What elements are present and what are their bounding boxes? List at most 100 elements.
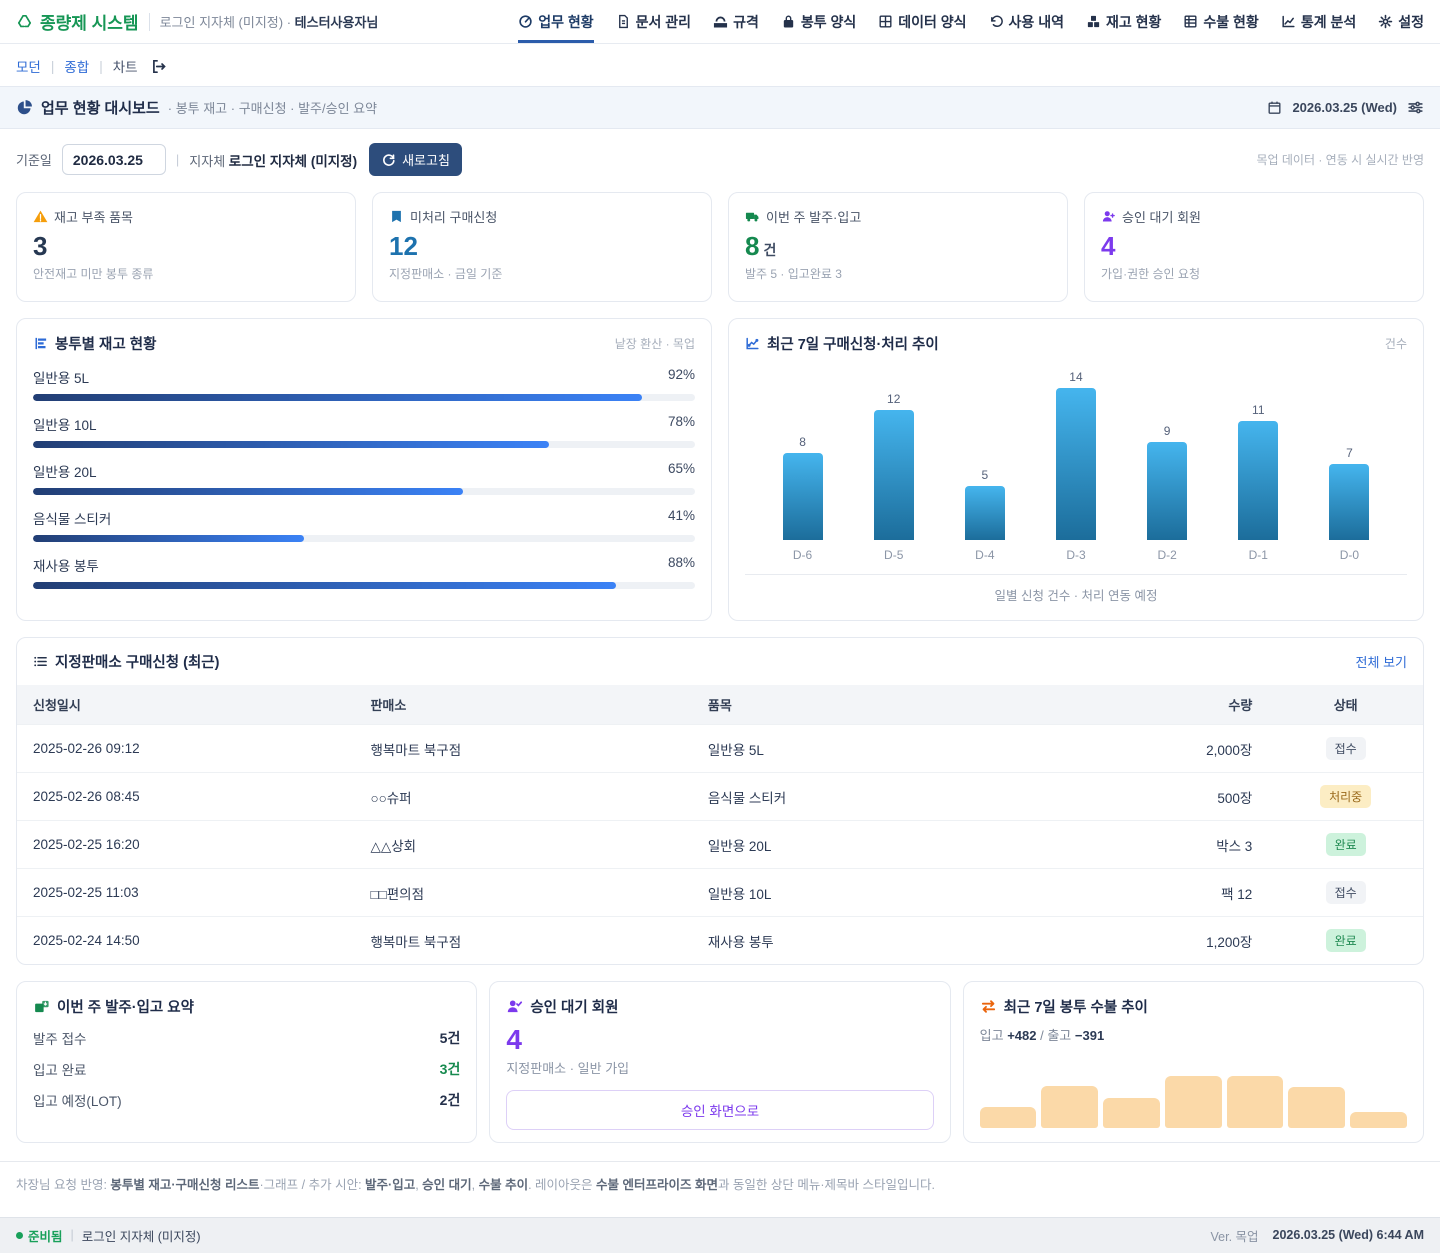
version-label: Ver. 목업 xyxy=(1211,1226,1259,1245)
table-row[interactable]: 2025-02-24 14:50행복마트 북구점재사용 봉투 1,200장 완료 xyxy=(17,917,1423,965)
stat-card-low-stock[interactable]: 재고 부족 품목 3 안전재고 미만 봉투 종류 xyxy=(16,192,356,302)
mini-bar xyxy=(1288,1087,1345,1128)
chart-bar xyxy=(783,453,823,540)
table-row[interactable]: 2025-02-26 08:45○○슈퍼음식물 스티커 500장 처리중 xyxy=(17,773,1423,821)
col-header-qty: 수량 xyxy=(1071,685,1268,725)
nav-item-usage-history[interactable]: 사용 내역 xyxy=(989,1,1064,43)
stat-cards: 재고 부족 품목 3 안전재고 미만 봉투 종류 미처리 구매신청 12 지정판… xyxy=(16,192,1424,302)
truck-icon xyxy=(745,209,760,224)
table-row[interactable]: 2025-02-25 16:20△△상회일반용 20L 박스 3 완료 xyxy=(17,821,1423,869)
refresh-icon xyxy=(381,152,396,167)
calendar-icon xyxy=(1267,100,1282,115)
order-summary-title: 이번 주 발주·입고 요약 xyxy=(57,996,194,1017)
transfer-panel: 최근 7일 봉투 수불 추이 입고 +482 / 출고 −391 xyxy=(963,981,1424,1143)
titlebar-date: 2026.03.25 (Wed) xyxy=(1292,100,1397,115)
col-header-item: 품목 xyxy=(692,685,1072,725)
stat-card-orders-week[interactable]: 이번 주 발주·입고 8건 발주 5 · 입고완료 3 xyxy=(728,192,1068,302)
transfer-panel-title: 최근 7일 봉투 수불 추이 xyxy=(1004,996,1148,1017)
col-header-status: 상태 xyxy=(1268,685,1423,725)
top-header: 종량제 시스템 로그인 지자체 (미지정) · 테스터사용자님 업무 현황 문서… xyxy=(0,0,1440,44)
chart-column: 11D-1 xyxy=(1213,362,1304,562)
org-info: 지자체 로그인 지자체 (미지정) xyxy=(189,150,357,170)
logout-button[interactable] xyxy=(150,58,167,75)
table-header-row: 신청일시 판매소 품목 수량 상태 xyxy=(17,685,1423,725)
footer-note: 차장님 요청 반영: 봉투별 재고·구매신청 리스트·그래프 / 추가 시안: … xyxy=(0,1161,1440,1217)
summary-row: 발주 접수 5건 xyxy=(33,1028,460,1048)
sliders-icon[interactable] xyxy=(1407,99,1424,116)
user-plus-icon xyxy=(1101,209,1116,224)
base-date-label: 기준일 xyxy=(16,150,52,169)
app-title: 종량제 시스템 xyxy=(40,9,139,34)
bag-icon xyxy=(781,14,796,29)
table-row[interactable]: 2025-02-26 09:12행복마트 북구점일반용 5L 2,000장 접수 xyxy=(17,725,1423,773)
chart-bar xyxy=(1056,388,1096,540)
trend-panel-caption: 일별 신청 건수 · 처리 연동 예정 xyxy=(745,575,1407,606)
request-icon xyxy=(389,209,404,224)
refresh-button[interactable]: 새로고침 xyxy=(369,143,462,176)
inventory-panel-note: 낱장 환산 · 목업 xyxy=(615,335,695,352)
view-link-chart[interactable]: 차트 xyxy=(113,56,138,76)
summary-row: 입고 예정(LOT) 2건 xyxy=(33,1090,460,1110)
chart-column: 5D-4 xyxy=(939,362,1030,562)
approval-panel: 승인 대기 회원 4 지정판매소 · 일반 가입 승인 화면으로 xyxy=(489,981,950,1143)
nav-item-bag-forms[interactable]: 봉투 양식 xyxy=(781,1,856,43)
chart-bar xyxy=(1147,442,1187,540)
view-all-link[interactable]: 전체 보기 xyxy=(1356,652,1407,671)
history-icon xyxy=(989,14,1004,29)
gauge-icon xyxy=(518,14,533,29)
status-bar: 준비됨 | 로그인 지자체 (미지정) Ver. 목업 2026.03.25 (… xyxy=(0,1217,1440,1253)
line-chart-icon xyxy=(745,336,760,351)
page: 종량제 시스템 로그인 지자체 (미지정) · 테스터사용자님 업무 현황 문서… xyxy=(0,0,1440,1253)
trend-panel-unit: 건수 xyxy=(1385,335,1407,352)
chart-column: 12D-5 xyxy=(848,362,939,562)
view-link-modern[interactable]: 모던 xyxy=(16,56,41,76)
header-divider xyxy=(149,13,150,31)
go-to-approval-button[interactable]: 승인 화면으로 xyxy=(506,1090,933,1130)
nav-item-statistics[interactable]: 통계 분석 xyxy=(1281,1,1356,43)
nav-item-transfers[interactable]: 수불 현황 xyxy=(1183,1,1258,43)
requests-panel: 지정판매소 구매신청 (최근) 전체 보기 신청일시 판매소 품목 수량 상태 xyxy=(16,637,1424,965)
nav-item-work-status[interactable]: 업무 현황 xyxy=(518,1,593,43)
mock-data-note: 목업 데이터 · 연동 시 실시간 반영 xyxy=(1256,151,1424,168)
nav-item-documents[interactable]: 문서 관리 xyxy=(616,1,691,43)
mini-bar xyxy=(1103,1098,1160,1128)
view-link-overall[interactable]: 종합 xyxy=(64,56,89,76)
summary-row: 입고 완료 3건 xyxy=(33,1059,460,1079)
list-icon xyxy=(33,654,48,669)
app-logo[interactable]: 종량제 시스템 xyxy=(16,9,139,34)
logout-icon xyxy=(150,58,167,75)
pie-chart-icon xyxy=(16,99,33,116)
inventory-bars: 일반용 5L92% 일반용 10L78% 일반용 20L65% 음식물 스티커4… xyxy=(33,367,695,589)
user-check-icon xyxy=(506,998,523,1015)
main-nav: 업무 현황 문서 관리 규격 봉투 양식 데이터 양식 사용 내역 xyxy=(518,1,1424,43)
grid-icon xyxy=(878,14,893,29)
filter-bar: 기준일 | 지자체 로그인 지자체 (미지정) 새로고침 목업 데이터 · 연동… xyxy=(0,129,1440,188)
status-badge: 접수 xyxy=(1326,881,1366,904)
boxes-icon xyxy=(1086,14,1101,29)
stat-card-pending-requests[interactable]: 미처리 구매신청 12 지정판매소 · 금일 기준 xyxy=(372,192,712,302)
status-badge: 완료 xyxy=(1326,833,1366,856)
approval-count: 4 xyxy=(506,1026,933,1054)
inventory-bar-row: 일반용 10L78% xyxy=(33,414,695,448)
stat-card-pending-members[interactable]: 승인 대기 회원 4 가입·권한 승인 요청 xyxy=(1084,192,1424,302)
page-subtitle: · 봉투 재고 · 구매신청 · 발주/승인 요약 xyxy=(168,98,377,117)
view-switcher: 모던 | 종합 | 차트 xyxy=(0,44,1440,86)
table-row[interactable]: 2025-02-25 11:03□□편의점일반용 10L 팩 12 접수 xyxy=(17,869,1423,917)
nav-item-settings[interactable]: 설정 xyxy=(1378,1,1424,43)
chart-bar xyxy=(874,410,914,540)
col-header-store: 판매소 xyxy=(354,685,691,725)
nav-item-inventory[interactable]: 재고 현황 xyxy=(1086,1,1161,43)
mini-bar xyxy=(1350,1112,1407,1128)
nav-item-data-forms[interactable]: 데이터 양식 xyxy=(878,1,966,43)
chart-bar xyxy=(1238,421,1278,540)
nav-item-specs[interactable]: 규격 xyxy=(713,1,759,43)
base-date-input[interactable] xyxy=(62,144,166,175)
mini-bar xyxy=(980,1107,1037,1128)
requests-table: 신청일시 판매소 품목 수량 상태 2025-02-26 09:12행복마트 북… xyxy=(17,685,1423,964)
inventory-bar-row: 일반용 20L65% xyxy=(33,461,695,495)
swap-arrows-icon xyxy=(980,998,997,1015)
mini-bar xyxy=(1041,1086,1098,1128)
inventory-panel-title: 봉투별 재고 현황 xyxy=(55,333,156,354)
inventory-bar-row: 일반용 5L92% xyxy=(33,367,695,401)
statusbar-datetime: 2026.03.25 (Wed) 6:44 AM xyxy=(1273,1228,1424,1242)
